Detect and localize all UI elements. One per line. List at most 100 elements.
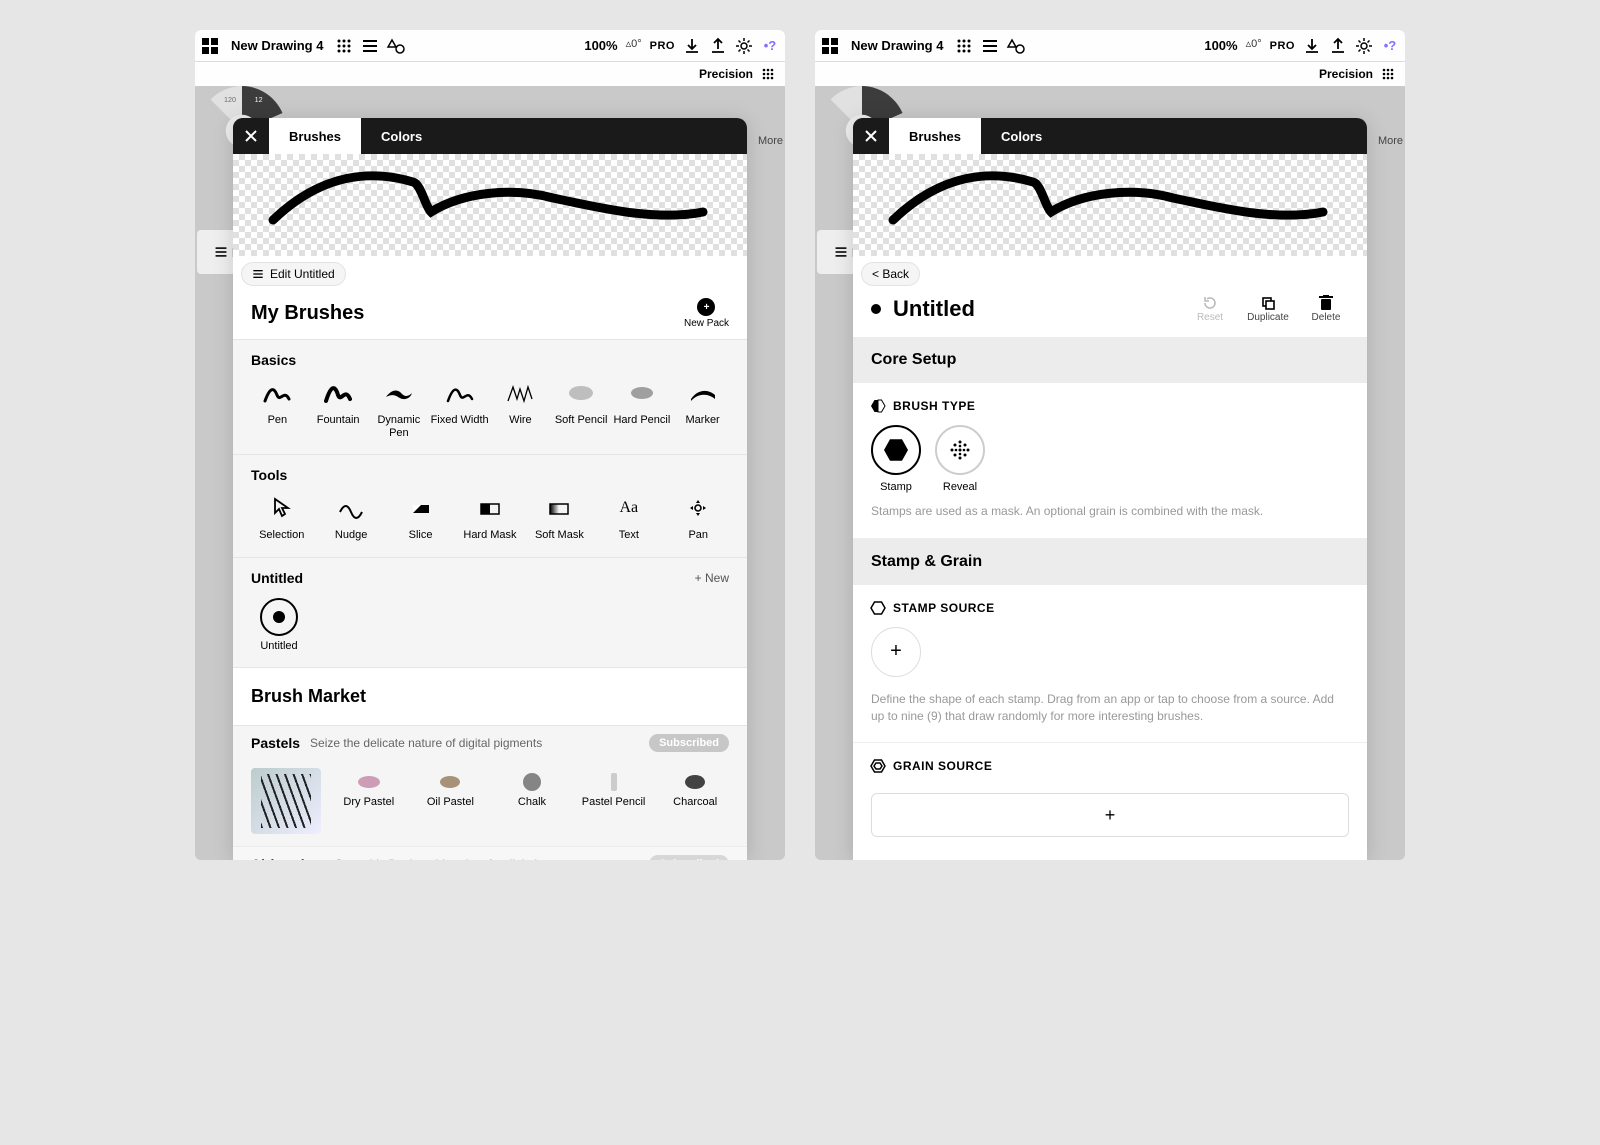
subscribed-badge-2: Subscribed [649,855,729,860]
shapes-icon[interactable] [1007,37,1025,55]
tool-pan[interactable]: Pan [664,493,733,542]
market-airbrushes-name: Airbrushes [251,856,325,860]
brushes-panel: Brushes Colors Edit Untitled My Brushes … [233,118,747,860]
market-pastel-pencil[interactable]: Pastel Pencil [580,768,648,834]
brush-dynamic-pen[interactable]: Dynamic Pen [369,378,430,440]
help-icon[interactable]: •? [1381,37,1399,55]
brush-wire[interactable]: Wire [490,378,551,440]
market-airbrushes-desc: Smoothly flowing airbrushes for digital … [335,857,639,860]
delete-button[interactable]: Delete [1303,294,1349,323]
precision-label[interactable]: Precision [699,67,753,81]
more-label[interactable]: More [1378,135,1403,147]
edit-untitled-button[interactable]: Edit Untitled [241,262,346,286]
list-icon[interactable] [981,37,999,55]
brush-market-heading: Brush Market [233,667,747,725]
upload-icon[interactable] [709,37,727,55]
drag-icon[interactable] [759,65,777,83]
zoom-value[interactable]: 100% [584,38,617,53]
angle-value[interactable]: ▵0° [626,37,642,50]
my-brushes-heading: My Brushes [251,302,364,325]
stamp-source-label: STAMP SOURCE [871,601,1349,615]
add-grain-button[interactable]: + [871,793,1349,837]
back-button[interactable]: < Back [861,262,920,286]
gallery-icon[interactable] [201,37,219,55]
panel-tabbar: Brushes Colors [233,118,747,154]
tools-heading: Tools [251,467,287,483]
new-pack-button[interactable]: + New Pack [684,298,729,329]
brush-pen[interactable]: Pen [247,378,308,440]
document-title[interactable]: New Drawing 4 [847,38,947,53]
brush-marker[interactable]: Marker [672,378,733,440]
list-icon[interactable] [361,37,379,55]
brush-untitled[interactable]: Untitled [247,590,311,653]
grid-icon[interactable] [335,37,353,55]
grain-source-label: GRAIN SOURCE [871,759,1349,773]
pro-badge[interactable]: PRO [1270,40,1295,52]
shapes-icon[interactable] [387,37,405,55]
add-stamp-button[interactable]: + [871,627,921,677]
brush-preview [233,154,747,256]
tools-row: Selection Nudge Slice Hard Mask Soft Mas… [233,487,747,556]
grid-icon[interactable] [955,37,973,55]
close-icon[interactable] [853,118,889,154]
device-left: New Drawing 4 100% ▵0° PRO •? Precision … [195,30,785,860]
download-icon[interactable] [683,37,701,55]
tool-hard-mask[interactable]: Hard Mask [455,493,524,542]
market-chalk[interactable]: Chalk [498,768,566,834]
tab-brushes[interactable]: Brushes [269,118,361,154]
angle-value[interactable]: ▵0° [1246,37,1262,50]
type-reveal[interactable]: Reveal [935,425,985,493]
brush-editor-panel: Brushes Colors < Back Untitled Reset Dup… [853,118,1367,860]
basics-heading: Basics [251,352,296,368]
document-title[interactable]: New Drawing 4 [227,38,327,53]
pro-badge[interactable]: PRO [650,40,675,52]
tool-slice[interactable]: Slice [386,493,455,542]
type-stamp[interactable]: Stamp [871,425,921,493]
brush-fountain[interactable]: Fountain [308,378,369,440]
brush-type-help: Stamps are used as a mask. An optional g… [871,503,1349,520]
device-right: New Drawing 4 100% ▵0° PRO •? Precision … [815,30,1405,860]
duplicate-button[interactable]: Duplicate [1245,294,1291,323]
more-label[interactable]: More [758,135,783,147]
brush-hard-pencil[interactable]: Hard Pencil [612,378,673,440]
tab-brushes[interactable]: Brushes [889,118,981,154]
brush-fixed-width[interactable]: Fixed Width [429,378,490,440]
market-charcoal[interactable]: Charcoal [661,768,729,834]
tab-colors[interactable]: Colors [981,118,1062,154]
market-pastels-name: Pastels [251,735,300,751]
zoom-value[interactable]: 100% [1204,38,1237,53]
top-toolbar: New Drawing 4 100% ▵0° PRO •? [195,30,785,62]
tool-soft-mask[interactable]: Soft Mask [525,493,594,542]
gallery-icon[interactable] [821,37,839,55]
market-dry-pastel[interactable]: Dry Pastel [335,768,403,834]
brush-stroke-icon [873,162,1333,232]
tool-nudge[interactable]: Nudge [316,493,385,542]
brush-soft-pencil[interactable]: Soft Pencil [551,378,612,440]
precision-bar: Precision [195,62,785,86]
market-oil-pastel[interactable]: Oil Pastel [417,768,485,834]
tool-text[interactable]: AaText [594,493,663,542]
untitled-heading: Untitled [251,570,303,586]
reset-button: Reset [1187,294,1233,323]
svg-text:12: 12 [255,95,263,104]
gear-icon[interactable] [735,37,753,55]
svg-text:120: 120 [224,95,236,104]
gear-icon[interactable] [1355,37,1373,55]
precision-bar-r: Precision [815,62,1405,86]
stamp-source-help: Define the shape of each stamp. Drag fro… [871,691,1349,725]
brush-preview [853,154,1367,256]
brush-type-label: BRUSH TYPE [871,399,1349,413]
upload-icon[interactable] [1329,37,1347,55]
brush-stroke-icon [253,162,713,232]
drag-icon[interactable] [1379,65,1397,83]
tool-selection[interactable]: Selection [247,493,316,542]
brush-dot-icon [871,304,881,314]
help-icon[interactable]: •? [761,37,779,55]
precision-label[interactable]: Precision [1319,67,1373,81]
download-icon[interactable] [1303,37,1321,55]
close-icon[interactable] [233,118,269,154]
brush-name[interactable]: Untitled [893,296,1175,322]
new-brush-button[interactable]: + New [695,571,729,585]
tab-colors[interactable]: Colors [361,118,442,154]
market-pastels-thumb[interactable] [251,768,321,834]
